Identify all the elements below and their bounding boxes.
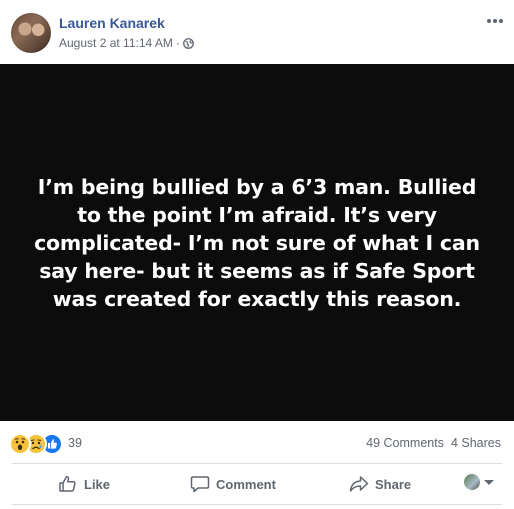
comment-button[interactable]: Comment [190,473,276,495]
caret-down-icon [484,479,494,485]
share-label: Share [375,476,412,492]
post-stats: 49 Comments 4 Shares [366,436,501,450]
more-horizontal-icon[interactable] [486,14,504,26]
reaction-icons[interactable] [9,433,63,455]
author-avatar[interactable] [11,13,51,53]
comment-label: Comment [216,476,276,492]
share-arrow-icon [349,476,369,492]
post-timestamp[interactable]: August 2 at 11:14 AM [59,36,173,50]
comment-bubble-icon [190,476,210,493]
like-button[interactable]: Like [58,473,110,495]
react-as-selector[interactable] [464,474,494,490]
user-avatar [464,474,480,490]
author-name[interactable]: Lauren Kanarek [59,15,165,31]
reaction-count[interactable]: 39 [68,436,82,450]
wow-reaction-icon [9,433,31,455]
post-image-text: I’m being bullied by a 6’3 man. Bullied … [34,174,480,311]
post-meta: August 2 at 11:14 AM · [59,36,194,50]
post-image[interactable]: I’m being bullied by a 6’3 man. Bullied … [0,64,514,421]
share-button[interactable]: Share [349,473,411,495]
like-label: Like [84,476,111,492]
post-actions: Like Comment Share [0,464,514,504]
comments-count[interactable]: 49 Comments [366,436,444,450]
reactions-bar: 39 49 Comments 4 Shares [0,421,514,463]
meta-separator: · [175,36,180,50]
shares-count[interactable]: 4 Shares [451,436,501,450]
facebook-post: Lauren Kanarek August 2 at 11:14 AM · I’… [0,0,514,509]
globe-icon[interactable] [182,37,194,49]
divider [12,504,502,505]
thumbs-up-icon [59,475,76,492]
post-header: Lauren Kanarek August 2 at 11:14 AM · [0,0,514,64]
